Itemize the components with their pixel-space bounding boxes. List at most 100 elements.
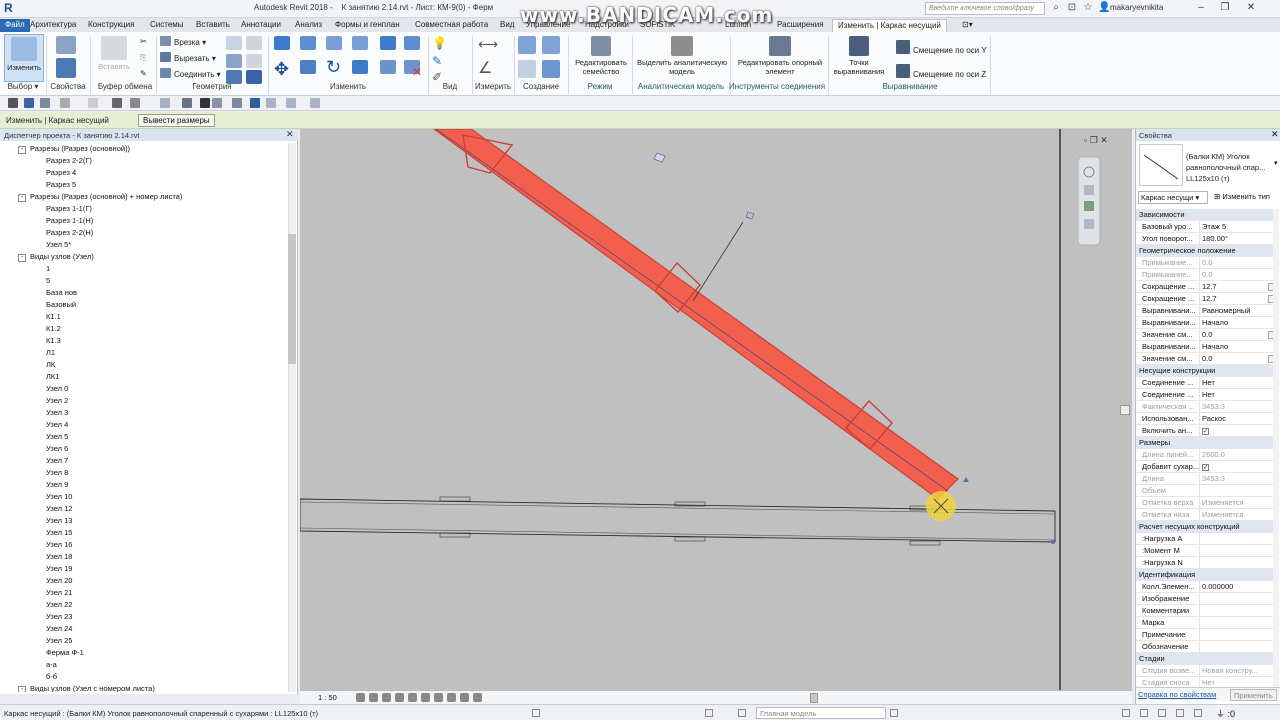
drawing-svg[interactable] <box>300 129 1132 691</box>
cope-button[interactable]: Врезка ▾ <box>160 36 206 50</box>
user-name[interactable]: makaryevnikita <box>1110 3 1163 12</box>
reveal-hidden-icon[interactable] <box>447 693 456 702</box>
rotate-icon[interactable]: ↻ <box>326 58 341 76</box>
alignment-points-button[interactable]: Точки выравнивания <box>830 34 888 82</box>
tree-group[interactable]: - Виды узлов (Узел с номером листа) <box>18 683 155 692</box>
match-icon[interactable]: ✎ <box>140 68 147 82</box>
property-row[interactable]: Использован... Раскос <box>1136 413 1276 425</box>
design-options-icon[interactable] <box>705 709 713 717</box>
split-icon[interactable] <box>380 36 396 50</box>
tab-modify-framing[interactable]: Изменить | Каркас несущий <box>832 19 947 32</box>
property-value[interactable]: Раскос <box>1199 413 1261 424</box>
tree-view-item[interactable]: Узел 8 <box>46 467 68 479</box>
tree-view-item[interactable]: Ферма Ф-1 <box>46 647 84 659</box>
tree-view-item[interactable]: Узел 19 <box>46 563 72 575</box>
checkbox-icon[interactable]: ✓ <box>1202 428 1209 435</box>
property-row[interactable]: Длина линей... 2600.0 <box>1136 449 1276 461</box>
tree-view-item[interactable]: ЛК <box>46 359 55 371</box>
modify-button[interactable]: Изменить <box>4 34 44 82</box>
property-category[interactable]: Несущие конструкции <box>1136 365 1276 377</box>
sync-icon[interactable] <box>40 98 50 108</box>
property-value[interactable]: 2600.0 <box>1199 449 1261 460</box>
tree-view-item[interactable]: К1.2 <box>46 323 61 335</box>
property-value[interactable] <box>1199 641 1261 652</box>
property-row[interactable]: Соединение ... Нет <box>1136 377 1276 389</box>
view-window-controls[interactable]: ▫ ❐ ✕ <box>1084 135 1108 146</box>
property-row[interactable]: Комментарии <box>1136 605 1276 617</box>
tab-structure[interactable]: Конструкция <box>88 19 134 32</box>
switch-windows-icon[interactable] <box>286 98 296 108</box>
tree-group[interactable]: - Виды узлов (Узел) <box>18 251 94 263</box>
property-row[interactable]: Примыкание... 0.0 <box>1136 269 1276 281</box>
user-icon[interactable]: 👤 <box>1098 2 1110 14</box>
property-value[interactable] <box>1199 605 1261 616</box>
tree-view-item[interactable]: Л1 <box>46 347 55 359</box>
edit-type-button[interactable]: ⊞ Изменить тип <box>1212 191 1272 204</box>
tab-annotate[interactable]: Аннотации <box>241 19 281 32</box>
tree-view-item[interactable]: Узел 21 <box>46 587 72 599</box>
tree-view-item[interactable]: К1.1 <box>46 311 61 323</box>
tree-view-item[interactable]: Узел 24 <box>46 623 72 635</box>
property-value[interactable]: 0.0 <box>1199 257 1261 268</box>
print-icon[interactable] <box>112 98 122 108</box>
property-row[interactable]: :Момент M <box>1136 545 1276 557</box>
constraints-icon[interactable] <box>473 693 482 702</box>
undo-icon[interactable] <box>60 98 70 108</box>
drawing-canvas[interactable]: ▫ ❐ ✕ <box>300 129 1132 691</box>
browser-scrollbar[interactable] <box>288 143 296 692</box>
tree-view-item[interactable]: б-б <box>46 671 57 683</box>
property-category[interactable]: Размеры <box>1136 437 1276 449</box>
property-value[interactable]: Равномерный <box>1199 305 1261 316</box>
property-row[interactable]: Марка <box>1136 617 1276 629</box>
dimension-qa-icon[interactable] <box>160 98 170 108</box>
tree-view-item[interactable]: Разрез 2-2(Н) <box>46 227 93 239</box>
select-links-icon[interactable] <box>1122 709 1130 717</box>
tree-view-item[interactable]: Разрез 5 <box>46 179 76 191</box>
collapse-icon[interactable]: - <box>18 146 26 154</box>
edit-family-button[interactable]: Редактировать семейство <box>572 34 630 82</box>
minimize-icon[interactable]: – <box>1190 0 1212 16</box>
chord-end-grip[interactable] <box>1051 540 1055 544</box>
mirror-draw-icon[interactable] <box>352 36 368 50</box>
edit-reference-button[interactable]: Редактировать опорный элемент <box>732 34 828 82</box>
tree-view-item[interactable]: Разрез 4 <box>46 167 76 179</box>
tag-qa-icon[interactable] <box>182 98 192 108</box>
tree-view-item[interactable]: Разрез 2-2(Г) <box>46 155 92 167</box>
highlight-analytical-button[interactable]: Выделить аналитическую модель <box>634 34 730 82</box>
detail-level-icon[interactable] <box>356 693 365 702</box>
property-row[interactable]: Базовый уро... Этаж 5 <box>1136 221 1276 233</box>
crop-view-icon[interactable] <box>408 693 417 702</box>
chevron-down-icon[interactable]: ▾ <box>1274 159 1278 167</box>
property-row[interactable]: :Нагрузка A <box>1136 533 1276 545</box>
tree-view-item[interactable]: ЛК1 <box>46 371 59 383</box>
trim-icon[interactable] <box>352 60 368 74</box>
save-icon[interactable] <box>24 98 34 108</box>
property-value[interactable]: 12.7 <box>1199 281 1261 292</box>
close-hidden-icon[interactable] <box>266 98 276 108</box>
tab-systems[interactable]: Системы <box>150 19 184 32</box>
property-value[interactable]: Начало <box>1199 341 1261 352</box>
tab-extra-icon[interactable]: ⊡▾ <box>962 19 973 32</box>
tree-view-item[interactable]: Узел 7 <box>46 455 68 467</box>
close-icon[interactable]: ✕ <box>286 129 294 140</box>
tree-view-item[interactable]: Узел 22 <box>46 599 72 611</box>
shadows-icon[interactable] <box>395 693 404 702</box>
create-similar-icon[interactable] <box>542 60 560 78</box>
tree-view-item[interactable]: База нов <box>46 287 77 299</box>
property-category[interactable]: Расчет несущих конструкций <box>1136 521 1276 533</box>
property-row[interactable]: Соединение ... Нет <box>1136 389 1276 401</box>
sun-path-icon[interactable] <box>382 693 391 702</box>
drag-elements-icon[interactable] <box>1194 709 1202 717</box>
create-group-icon[interactable] <box>518 60 536 78</box>
tab-massing[interactable]: Формы и генплан <box>335 19 400 32</box>
override-icon[interactable]: ✎ <box>432 54 442 68</box>
property-value[interactable]: 3453.3 <box>1199 401 1261 412</box>
thin-lines-icon[interactable] <box>250 98 260 108</box>
property-value[interactable]: 3453.3 <box>1199 473 1261 484</box>
show-dimensions-button[interactable]: Вывести размеры <box>138 114 215 127</box>
tab-architecture[interactable]: Архитектура <box>30 19 76 32</box>
hide-icon[interactable]: 💡 <box>432 36 447 50</box>
copy-icon[interactable]: ⎘ <box>140 52 146 66</box>
mirror-axis-icon[interactable] <box>326 36 342 50</box>
tree-view-item[interactable]: 5 <box>46 275 50 287</box>
